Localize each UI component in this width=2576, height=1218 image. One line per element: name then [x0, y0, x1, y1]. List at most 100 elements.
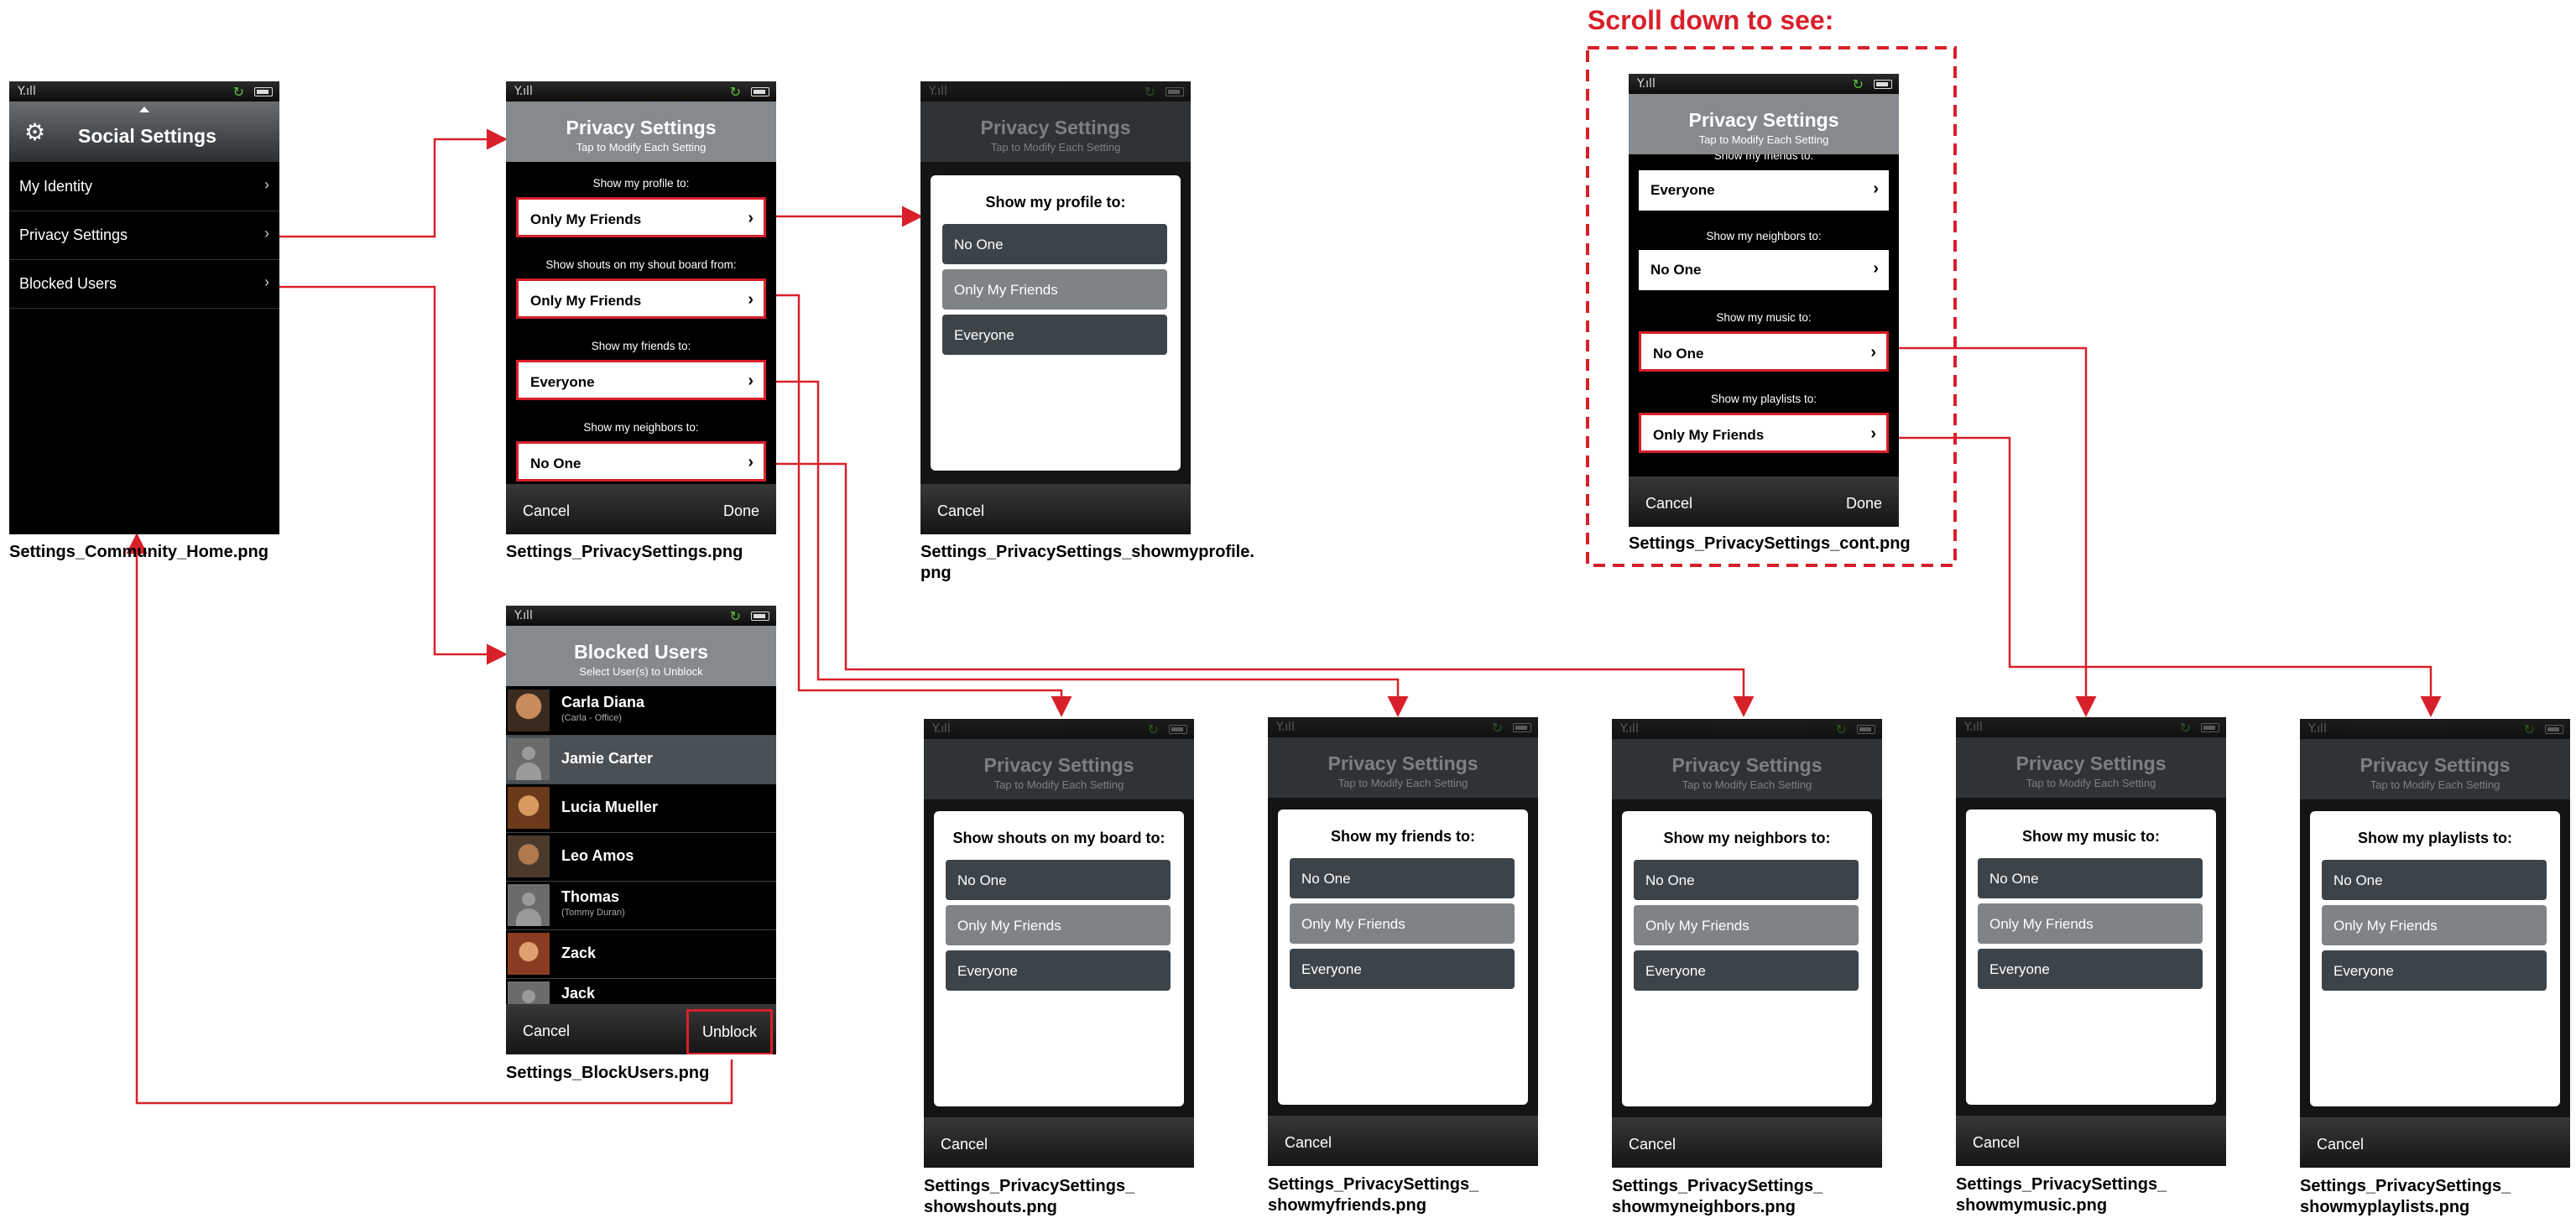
- page-title: Privacy Settings: [983, 754, 1134, 776]
- cancel-button[interactable]: Cancel: [2317, 1136, 2364, 1153]
- status-bar: Y.ıll ↻: [2300, 719, 2570, 739]
- setting-shouts[interactable]: Only My Friends ›: [516, 278, 766, 319]
- page-title: Privacy Settings: [2360, 754, 2511, 776]
- menu-item-label: Privacy Settings: [19, 226, 128, 243]
- cancel-button[interactable]: Cancel: [1629, 1136, 1676, 1153]
- cancel-button[interactable]: Cancel: [937, 502, 984, 520]
- setting-friends[interactable]: Everyone ›: [1639, 170, 1889, 211]
- option-everyone[interactable]: Everyone: [2322, 950, 2547, 991]
- option-everyone[interactable]: Everyone: [1290, 949, 1515, 989]
- dialog-question: Show my neighbors to:: [1663, 830, 1831, 846]
- user-row[interactable]: Carla Diana (Carla - Office): [506, 687, 776, 736]
- sync-icon: ↻: [1835, 721, 1847, 737]
- cancel-button[interactable]: Cancel: [941, 1136, 988, 1153]
- cancel-button[interactable]: Cancel: [1285, 1134, 1332, 1152]
- dialog-question: Show shouts on my board to:: [952, 830, 1165, 846]
- status-bar: Y.ıll ↻: [920, 81, 1191, 102]
- setting-value: No One: [1653, 346, 1704, 362]
- setting-neighbors[interactable]: No One ›: [516, 441, 766, 481]
- setting-value: Only My Friends: [530, 211, 642, 227]
- signal-icon: Y.ıll: [1964, 721, 1983, 734]
- option-dialog: Show my profile to: No One Only My Frien…: [931, 175, 1181, 471]
- option-everyone[interactable]: Everyone: [1978, 949, 2203, 989]
- unblock-button[interactable]: Unblock: [686, 1009, 773, 1054]
- gear-icon[interactable]: ⚙: [24, 118, 45, 146]
- setting-value: No One: [530, 455, 581, 471]
- done-button[interactable]: Done: [1846, 495, 1882, 513]
- sync-icon: ↻: [1852, 76, 1864, 92]
- option-no-one[interactable]: No One: [1978, 858, 2203, 898]
- page-title: Privacy Settings: [1327, 752, 1478, 774]
- caption-dialog-shouts: Settings_PrivacySettings_ showshouts.png: [924, 1177, 1135, 1216]
- menu-item-privacy-settings[interactable]: Privacy Settings ›: [9, 211, 279, 260]
- avatar: [508, 787, 550, 829]
- option-dialog: Show my music to: No One Only My Friends…: [1966, 809, 2216, 1105]
- page-title: Privacy Settings: [2015, 752, 2167, 774]
- option-no-one[interactable]: No One: [942, 224, 1167, 264]
- footer-bar: Cancel: [924, 1117, 1194, 1168]
- cancel-button[interactable]: Cancel: [523, 502, 570, 520]
- done-button[interactable]: Done: [723, 502, 759, 520]
- option-no-one[interactable]: No One: [946, 860, 1171, 900]
- option-only-my-friends[interactable]: Only My Friends: [1978, 903, 2203, 944]
- setting-playlists[interactable]: Only My Friends ›: [1639, 413, 1889, 453]
- user-row[interactable]: Thomas (Tommy Duran): [506, 882, 776, 930]
- sync-icon: ↻: [232, 84, 244, 100]
- setting-profile[interactable]: Only My Friends ›: [516, 197, 766, 237]
- option-only-my-friends[interactable]: Only My Friends: [946, 905, 1171, 945]
- user-row[interactable]: Lucia Mueller: [506, 784, 776, 833]
- option-label: Everyone: [2334, 963, 2394, 979]
- user-row[interactable]: Leo Amos: [506, 833, 776, 882]
- privacy-settings-cont-screen: Y.ıll ↻ Show my friends to: Privacy Setti…: [1629, 74, 1899, 527]
- option-everyone[interactable]: Everyone: [1634, 950, 1859, 991]
- menu-item-my-identity[interactable]: My Identity ›: [9, 163, 279, 211]
- option-label: No One: [1301, 871, 1351, 887]
- dialog-screen-neighbors: Y.ıll ↻ Privacy Settings Tap to Modify Eac…: [1612, 719, 1882, 1168]
- privacy-header: Privacy Settings Tap to Modify Each Setti…: [506, 102, 776, 162]
- battery-icon: [1513, 723, 1531, 732]
- sync-icon: ↻: [1144, 84, 1155, 100]
- signal-icon: Y.ıll: [514, 609, 533, 622]
- option-only-my-friends[interactable]: Only My Friends: [2322, 905, 2547, 945]
- cancel-button[interactable]: Cancel: [1973, 1134, 2020, 1152]
- blocked-users-screen: Y.ıll ↻ Blocked Users Select User(s) to Un…: [506, 606, 776, 1054]
- caption-dialog-friends: Settings_PrivacySettings_ showmyfriends.…: [1268, 1175, 1479, 1215]
- privacy-header: Privacy Settings Tap to Modify Each Setti…: [1268, 737, 1538, 798]
- option-no-one[interactable]: No One: [1290, 858, 1515, 898]
- option-everyone[interactable]: Everyone: [946, 950, 1171, 991]
- user-name: Jamie Carter: [561, 750, 654, 767]
- status-bar: Y.ıll ↻: [1956, 717, 2226, 737]
- option-no-one[interactable]: No One: [2322, 860, 2547, 900]
- privacy-header: Privacy Settings Tap to Modify Each Setti…: [2300, 739, 2570, 799]
- cancel-button[interactable]: Cancel: [1645, 495, 1692, 513]
- option-everyone[interactable]: Everyone: [942, 315, 1167, 355]
- menu-item-blocked-users[interactable]: Blocked Users ›: [9, 260, 279, 309]
- option-label: Everyone: [1989, 961, 2050, 977]
- caption-dialog-playlists: Settings_PrivacySettings_ showmyplaylist…: [2300, 1177, 2511, 1216]
- user-row[interactable]: Jamie Carter: [506, 736, 776, 784]
- avatar: [508, 738, 550, 780]
- option-label: Only My Friends: [2334, 918, 2438, 934]
- option-no-one[interactable]: No One: [1634, 860, 1859, 900]
- setting-label: Show my friends to:: [591, 340, 691, 352]
- user-row[interactable]: Zack: [506, 930, 776, 979]
- cancel-button[interactable]: Cancel: [523, 1023, 570, 1040]
- dialog-screen-shouts: Y.ıll ↻ Privacy Settings Tap to Modify Eac…: [924, 719, 1194, 1168]
- user-alias: (Carla - Office): [561, 713, 622, 723]
- signal-icon: Y.ıll: [1276, 721, 1295, 734]
- setting-value: Everyone: [530, 374, 595, 390]
- setting-music[interactable]: No One ›: [1639, 331, 1889, 372]
- dialog-question: Show my playlists to:: [2357, 830, 2513, 846]
- setting-friends[interactable]: Everyone ›: [516, 360, 766, 400]
- chevron-right-icon: ›: [264, 273, 269, 290]
- footer-bar: Cancel: [920, 484, 1191, 534]
- option-only-my-friends[interactable]: Only My Friends: [1634, 905, 1859, 945]
- page-subtitle: Tap to Modify Each Setting: [2370, 778, 2500, 791]
- home-header: ⚙ Social Settings: [9, 102, 279, 162]
- option-only-my-friends[interactable]: Only My Friends: [942, 269, 1167, 310]
- setting-neighbors[interactable]: No One ›: [1639, 250, 1889, 290]
- user-name: Thomas: [561, 888, 620, 905]
- setting-value: Only My Friends: [1653, 427, 1765, 443]
- option-only-my-friends[interactable]: Only My Friends: [1290, 903, 1515, 944]
- dialog-screen-profile: Y.ıll ↻ Privacy Settings Tap to Modify Eac…: [920, 81, 1191, 534]
